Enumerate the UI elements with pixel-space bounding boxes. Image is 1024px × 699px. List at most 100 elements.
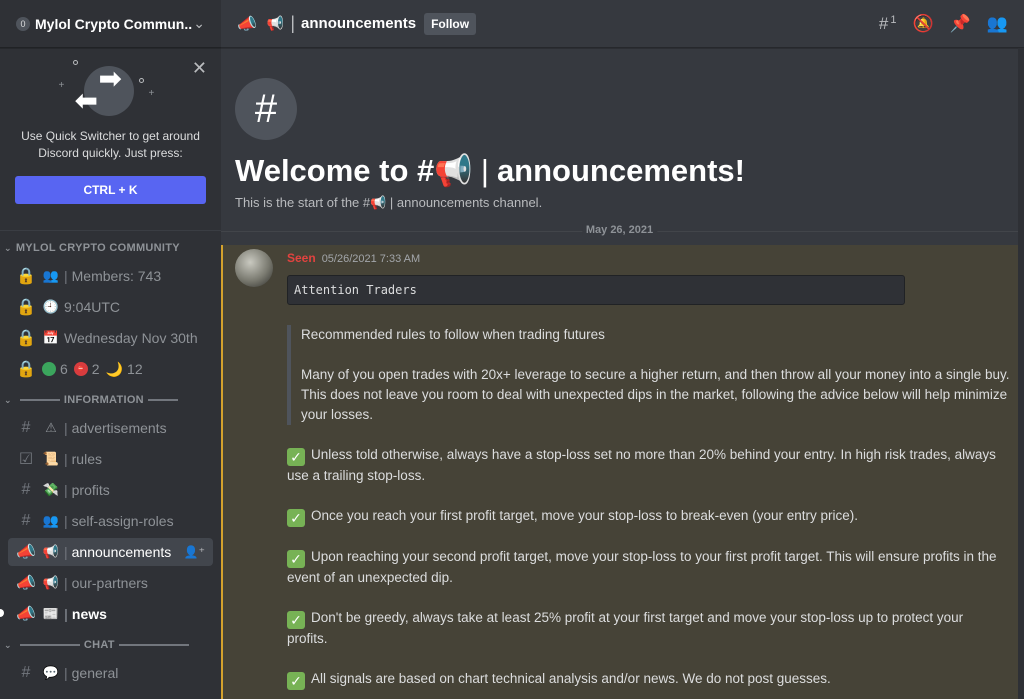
quick-switcher-line1: Use Quick Switcher to get around [21,129,200,143]
check-mark-icon: ✓ [287,550,305,568]
server-header[interactable]: 0 Mylol Crypto Commun... ⌄ [0,0,221,48]
announcement-icon: 📣 [16,575,36,592]
channel-label: self-assign-roles [71,513,174,529]
rule-text: Upon reaching your second profit target,… [287,549,997,585]
welcome-title: Welcome to #📢 | announcements! [235,152,1024,189]
lock-icon: 🔒 [16,268,36,285]
category-chat[interactable]: ⌄ CHAT [0,634,221,656]
channel-label: Wednesday Nov 30th [64,330,198,346]
message-highlighted[interactable]: Seen 05/26/2021 7:33 AM Attention Trader… [221,245,1018,699]
code-block: Attention Traders [287,275,905,305]
newspaper-icon: 📰 [42,606,60,621]
pin-icon[interactable]: 📌 [950,14,971,34]
announcement-icon: 📣 [237,15,257,33]
close-icon[interactable]: ✕ [192,58,207,79]
unread-indicator [0,609,4,617]
separator: | [480,153,489,188]
category-mylol-crypto-community[interactable]: ⌄ MYLOL CRYPTO COMMUNITY [0,237,221,259]
sidebar-item-members[interactable]: 🔒 👥 | Members: 743 [8,262,213,290]
sidebar-item-date[interactable]: 🔒 📅 Wednesday Nov 30th [8,324,213,352]
rule-text: All signals are based on chart technical… [311,671,831,686]
follow-button[interactable]: Follow [424,12,477,35]
threads-count: 1 [890,13,897,26]
arrow-left-icon: ⬅ [74,85,98,116]
sidebar-item-rules[interactable]: ☑ 📜 | rules [8,445,213,473]
sidebar-item-announcements[interactable]: 📣 📢 | announcements 👤⁺ [8,538,213,566]
divider [118,644,189,646]
quick-switcher-shortcut-button[interactable]: CTRL + K [15,176,206,204]
hash-icon: # [235,78,297,140]
message-body: Seen 05/26/2021 7:33 AM Attention Trader… [287,251,1018,690]
lock-icon: 🔒 [16,299,36,316]
category-label: CHAT [83,639,115,651]
members-emoji-icon: 👥 [42,268,60,283]
channel-sidebar: 0 Mylol Crypto Commun... ⌄ ✕ + ➡ ⬅ + Use… [0,0,221,699]
avatar[interactable] [235,249,273,287]
channel-label: general [71,665,119,681]
announcement-icon: 📣 [16,606,36,623]
sidebar-item-time[interactable]: 🔒 🕘 9:04UTC [8,293,213,321]
sidebar-item-news[interactable]: 📣 📰 | news [0,600,213,628]
separator: | [64,606,68,622]
category-information[interactable]: ⌄ INFORMATION [0,389,221,411]
quick-switcher-line2: Discord quickly. Just press: [38,146,183,160]
chevron-down-icon[interactable]: ⌄ [193,15,205,32]
rules-list: ✓ Unless told otherwise, always have a st… [287,445,1004,690]
list-item: ✓ Once you reach your first profit target… [287,506,1004,527]
separator: | [64,482,68,498]
message-header: Seen 05/26/2021 7:33 AM [287,251,1018,269]
sidebar-item-status-counts[interactable]: 🔒 6 ⛔ 2 🌙 12 [8,355,213,383]
channel-welcome: # Welcome to #📢 | announcements! This is t… [221,48,1024,211]
online-status-icon [42,362,56,376]
list-item: ✓ Don't be greedy, always take at least 2… [287,608,1004,649]
channel-label: Members: 743 [71,268,162,284]
warning-icon: ⚠ [45,420,57,435]
megaphone-icon: 📢 [42,575,60,590]
hash-icon: # [21,664,31,681]
list-item: ✓ Unless told otherwise, always have a st… [287,445,1004,486]
sidebar-item-self-assign-roles[interactable]: # 👥 | self-assign-roles [8,507,213,535]
header-toolbar: #1 🔕 📌 👥 [879,14,1008,34]
channel-label: 9:04UTC [64,299,121,315]
scrollbar[interactable] [1018,48,1024,699]
sparkle-icon [72,60,78,65]
scroll-icon: 📜 [42,451,60,466]
category-label: INFORMATION [63,394,144,406]
lock-icon: 🔒 [16,361,36,378]
chevron-down-icon: ⌄ [4,639,12,650]
mute-bell-icon[interactable]: 🔕 [912,14,933,34]
sidebar-item-profits[interactable]: # 💸 | profits [8,476,213,504]
sidebar-item-our-partners[interactable]: 📣 📢 | our-partners [8,569,213,597]
speech-bubble-icon: 💬 [42,665,60,680]
server-name[interactable]: Mylol Crypto Commun... [35,16,193,32]
separator: | [64,544,68,560]
channel-label: rules [71,451,102,467]
separator: | [64,420,68,436]
create-invite-icon[interactable]: 👤⁺ [184,545,205,559]
quote-line: Many of you open trades with 20x+ levera… [301,367,1010,422]
divider [19,644,80,646]
sidebar-item-advertisements[interactable]: # ⚠ | advertisements [8,414,213,442]
list-item: ✓ All signals are based on chart technica… [287,669,1004,690]
channel-label: advertisements [71,420,167,436]
idle-count: 12 [127,361,143,377]
rule-text: Don't be greedy, always take at least 25… [287,610,964,646]
message-timestamp: 05/26/2021 7:33 AM [321,253,421,265]
idle-moon-icon: 🌙 [105,360,124,377]
separator: | [64,575,68,591]
message-author[interactable]: Seen [287,251,316,265]
members-icon[interactable]: 👥 [987,14,1008,34]
dnd-count: 2 [91,361,100,377]
check-mark-icon: ✓ [287,611,305,629]
money-wings-icon: 💸 [42,482,60,497]
sparkle-icon: + [58,80,65,91]
separator: | [290,13,296,33]
category-label: MYLOL CRYPTO COMMUNITY [15,242,180,254]
users-icon: 👥 [42,513,60,528]
arrow-right-icon: ➡ [98,63,122,94]
dnd-status-icon: ⛔ [73,362,88,376]
sidebar-item-general[interactable]: # 💬 | general [8,659,213,687]
megaphone-icon: 📢 [434,153,473,188]
threads-icon[interactable]: #1 [879,14,897,34]
lock-icon: 🔒 [16,330,36,347]
